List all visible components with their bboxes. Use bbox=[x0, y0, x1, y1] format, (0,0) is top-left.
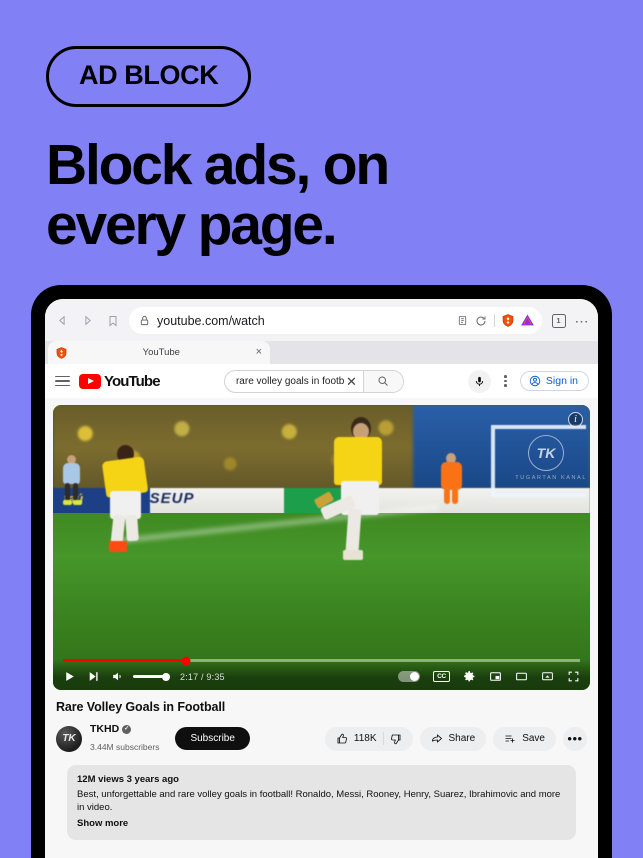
subscriber-count: 3.44M subscribers bbox=[90, 741, 160, 752]
like-dislike-group[interactable]: 118K bbox=[324, 726, 413, 751]
video-title: Rare Volley Goals in Football bbox=[56, 700, 226, 714]
captions-button[interactable]: CC bbox=[433, 671, 450, 682]
next-track-icon[interactable] bbox=[87, 670, 100, 683]
vertical-dots-icon[interactable] bbox=[500, 374, 511, 388]
bookmark-icon[interactable] bbox=[104, 312, 121, 329]
lock-icon bbox=[139, 315, 150, 326]
phone-mockup: youtube.com/watch 1 ⋯ YouTube × YouTube … bbox=[31, 285, 612, 858]
theater-mode-icon[interactable] bbox=[515, 670, 528, 683]
reading-list-icon[interactable] bbox=[457, 315, 468, 326]
phone-screen: youtube.com/watch 1 ⋯ YouTube × YouTube … bbox=[45, 299, 598, 858]
save-button[interactable]: Save bbox=[493, 726, 556, 751]
promo-block: AD BLOCK Block ads, on every page. bbox=[0, 0, 643, 256]
save-playlist-icon bbox=[504, 733, 516, 745]
volume-icon[interactable] bbox=[111, 670, 124, 683]
channel-name[interactable]: TKHD ✓ bbox=[90, 723, 159, 736]
channel-watermark-subtitle: TUGARTAN KANAL bbox=[515, 475, 587, 481]
player-area: taú SEUP bbox=[45, 398, 598, 690]
ad-block-badge: AD BLOCK bbox=[46, 46, 252, 107]
time-display: 2:17 / 9:35 bbox=[180, 671, 225, 682]
account-circle-icon bbox=[529, 375, 541, 387]
youtube-logo-text: YouTube bbox=[104, 372, 161, 390]
more-actions-button[interactable]: ••• bbox=[563, 726, 587, 751]
video-description[interactable]: 12M views 3 years ago Best, unforgettabl… bbox=[67, 764, 576, 840]
reload-icon[interactable] bbox=[475, 315, 487, 327]
video-player[interactable]: taú SEUP bbox=[53, 405, 590, 690]
subscribe-button[interactable]: Subscribe bbox=[175, 727, 250, 751]
settings-gear-icon[interactable] bbox=[463, 670, 476, 683]
hamburger-menu-icon[interactable] bbox=[55, 375, 70, 387]
share-button[interactable]: Share bbox=[419, 726, 487, 751]
sign-in-button[interactable]: Sign in bbox=[519, 371, 589, 391]
description-text: Best, unforgettable and rare volley goal… bbox=[77, 788, 561, 814]
search-bar[interactable]: rare volley goals in footba ✕ bbox=[223, 369, 404, 393]
share-label: Share bbox=[448, 733, 476, 745]
share-icon bbox=[431, 733, 443, 745]
youtube-play-icon bbox=[79, 373, 101, 389]
autoplay-toggle[interactable] bbox=[398, 671, 420, 682]
video-meta: Rare Volley Goals in Football TK TKHD ✓ … bbox=[45, 690, 598, 840]
like-count: 118K bbox=[353, 733, 377, 745]
search-icon bbox=[377, 375, 389, 387]
headline-line-2: every page. bbox=[46, 193, 338, 258]
save-label: Save bbox=[522, 733, 545, 745]
fullscreen-icon[interactable] bbox=[567, 670, 580, 683]
channel-name-text: TKHD bbox=[90, 723, 120, 735]
forward-arrow-icon[interactable] bbox=[79, 312, 96, 329]
progress-knob[interactable] bbox=[181, 656, 191, 665]
volume-slider[interactable] bbox=[133, 672, 170, 681]
tab-counter[interactable]: 1 bbox=[551, 313, 566, 328]
progress-filled bbox=[63, 659, 187, 662]
search-button[interactable] bbox=[362, 370, 403, 392]
back-arrow-icon[interactable] bbox=[54, 312, 71, 329]
action-divider bbox=[382, 732, 384, 746]
verified-badge-icon: ✓ bbox=[122, 724, 132, 734]
avatar[interactable]: TK bbox=[56, 725, 82, 752]
browser-tab-youtube[interactable]: YouTube × bbox=[48, 341, 270, 364]
brave-lion-icon bbox=[56, 346, 67, 359]
progress-bar[interactable] bbox=[63, 656, 580, 665]
show-more-button[interactable]: Show more bbox=[77, 817, 566, 831]
overflow-menu-icon[interactable]: ⋯ bbox=[575, 314, 590, 328]
miniplayer-icon[interactable] bbox=[489, 670, 502, 683]
url-text: youtube.com/watch bbox=[157, 313, 265, 328]
page-title: Block ads, on every page. bbox=[46, 135, 643, 256]
url-bar[interactable]: youtube.com/watch bbox=[129, 307, 542, 334]
headline-line-1: Block ads, on bbox=[46, 133, 390, 197]
close-icon[interactable]: × bbox=[256, 347, 262, 358]
toolbar-divider bbox=[493, 314, 495, 327]
brave-shields-icon[interactable] bbox=[502, 314, 514, 327]
tab-strip: YouTube × bbox=[45, 341, 598, 364]
clear-search-icon[interactable]: ✕ bbox=[346, 375, 361, 388]
board-text: SEUP bbox=[149, 490, 195, 507]
microphone-icon bbox=[474, 376, 485, 387]
cast-icon[interactable] bbox=[541, 670, 554, 683]
video-info-icon[interactable]: i bbox=[568, 412, 583, 427]
voice-search-button[interactable] bbox=[468, 369, 492, 393]
brave-rewards-icon[interactable] bbox=[520, 314, 534, 327]
sign-in-label: Sign in bbox=[545, 375, 578, 387]
thumbs-up-icon[interactable] bbox=[336, 733, 348, 745]
search-input[interactable]: rare volley goals in footba ✕ bbox=[225, 371, 363, 392]
tab-title: YouTube bbox=[142, 347, 180, 358]
search-input-value: rare volley goals in footba bbox=[235, 375, 344, 387]
channel-watermark: TK bbox=[528, 435, 564, 471]
player-controls: 2:17 / 9:35 CC bbox=[53, 656, 590, 690]
video-actions: 118K Share Save ••• bbox=[324, 726, 587, 751]
channel-row: TK TKHD ✓ 3.44M subscribers Subscribe 11… bbox=[56, 723, 587, 755]
play-icon[interactable] bbox=[63, 670, 76, 683]
description-stats: 12M views 3 years ago bbox=[77, 773, 179, 785]
youtube-logo[interactable]: YouTube bbox=[79, 372, 161, 390]
browser-toolbar: youtube.com/watch 1 ⋯ bbox=[45, 299, 598, 341]
thumbs-down-icon[interactable] bbox=[390, 733, 402, 745]
youtube-header: YouTube rare volley goals in footba ✕ Si… bbox=[45, 364, 598, 398]
